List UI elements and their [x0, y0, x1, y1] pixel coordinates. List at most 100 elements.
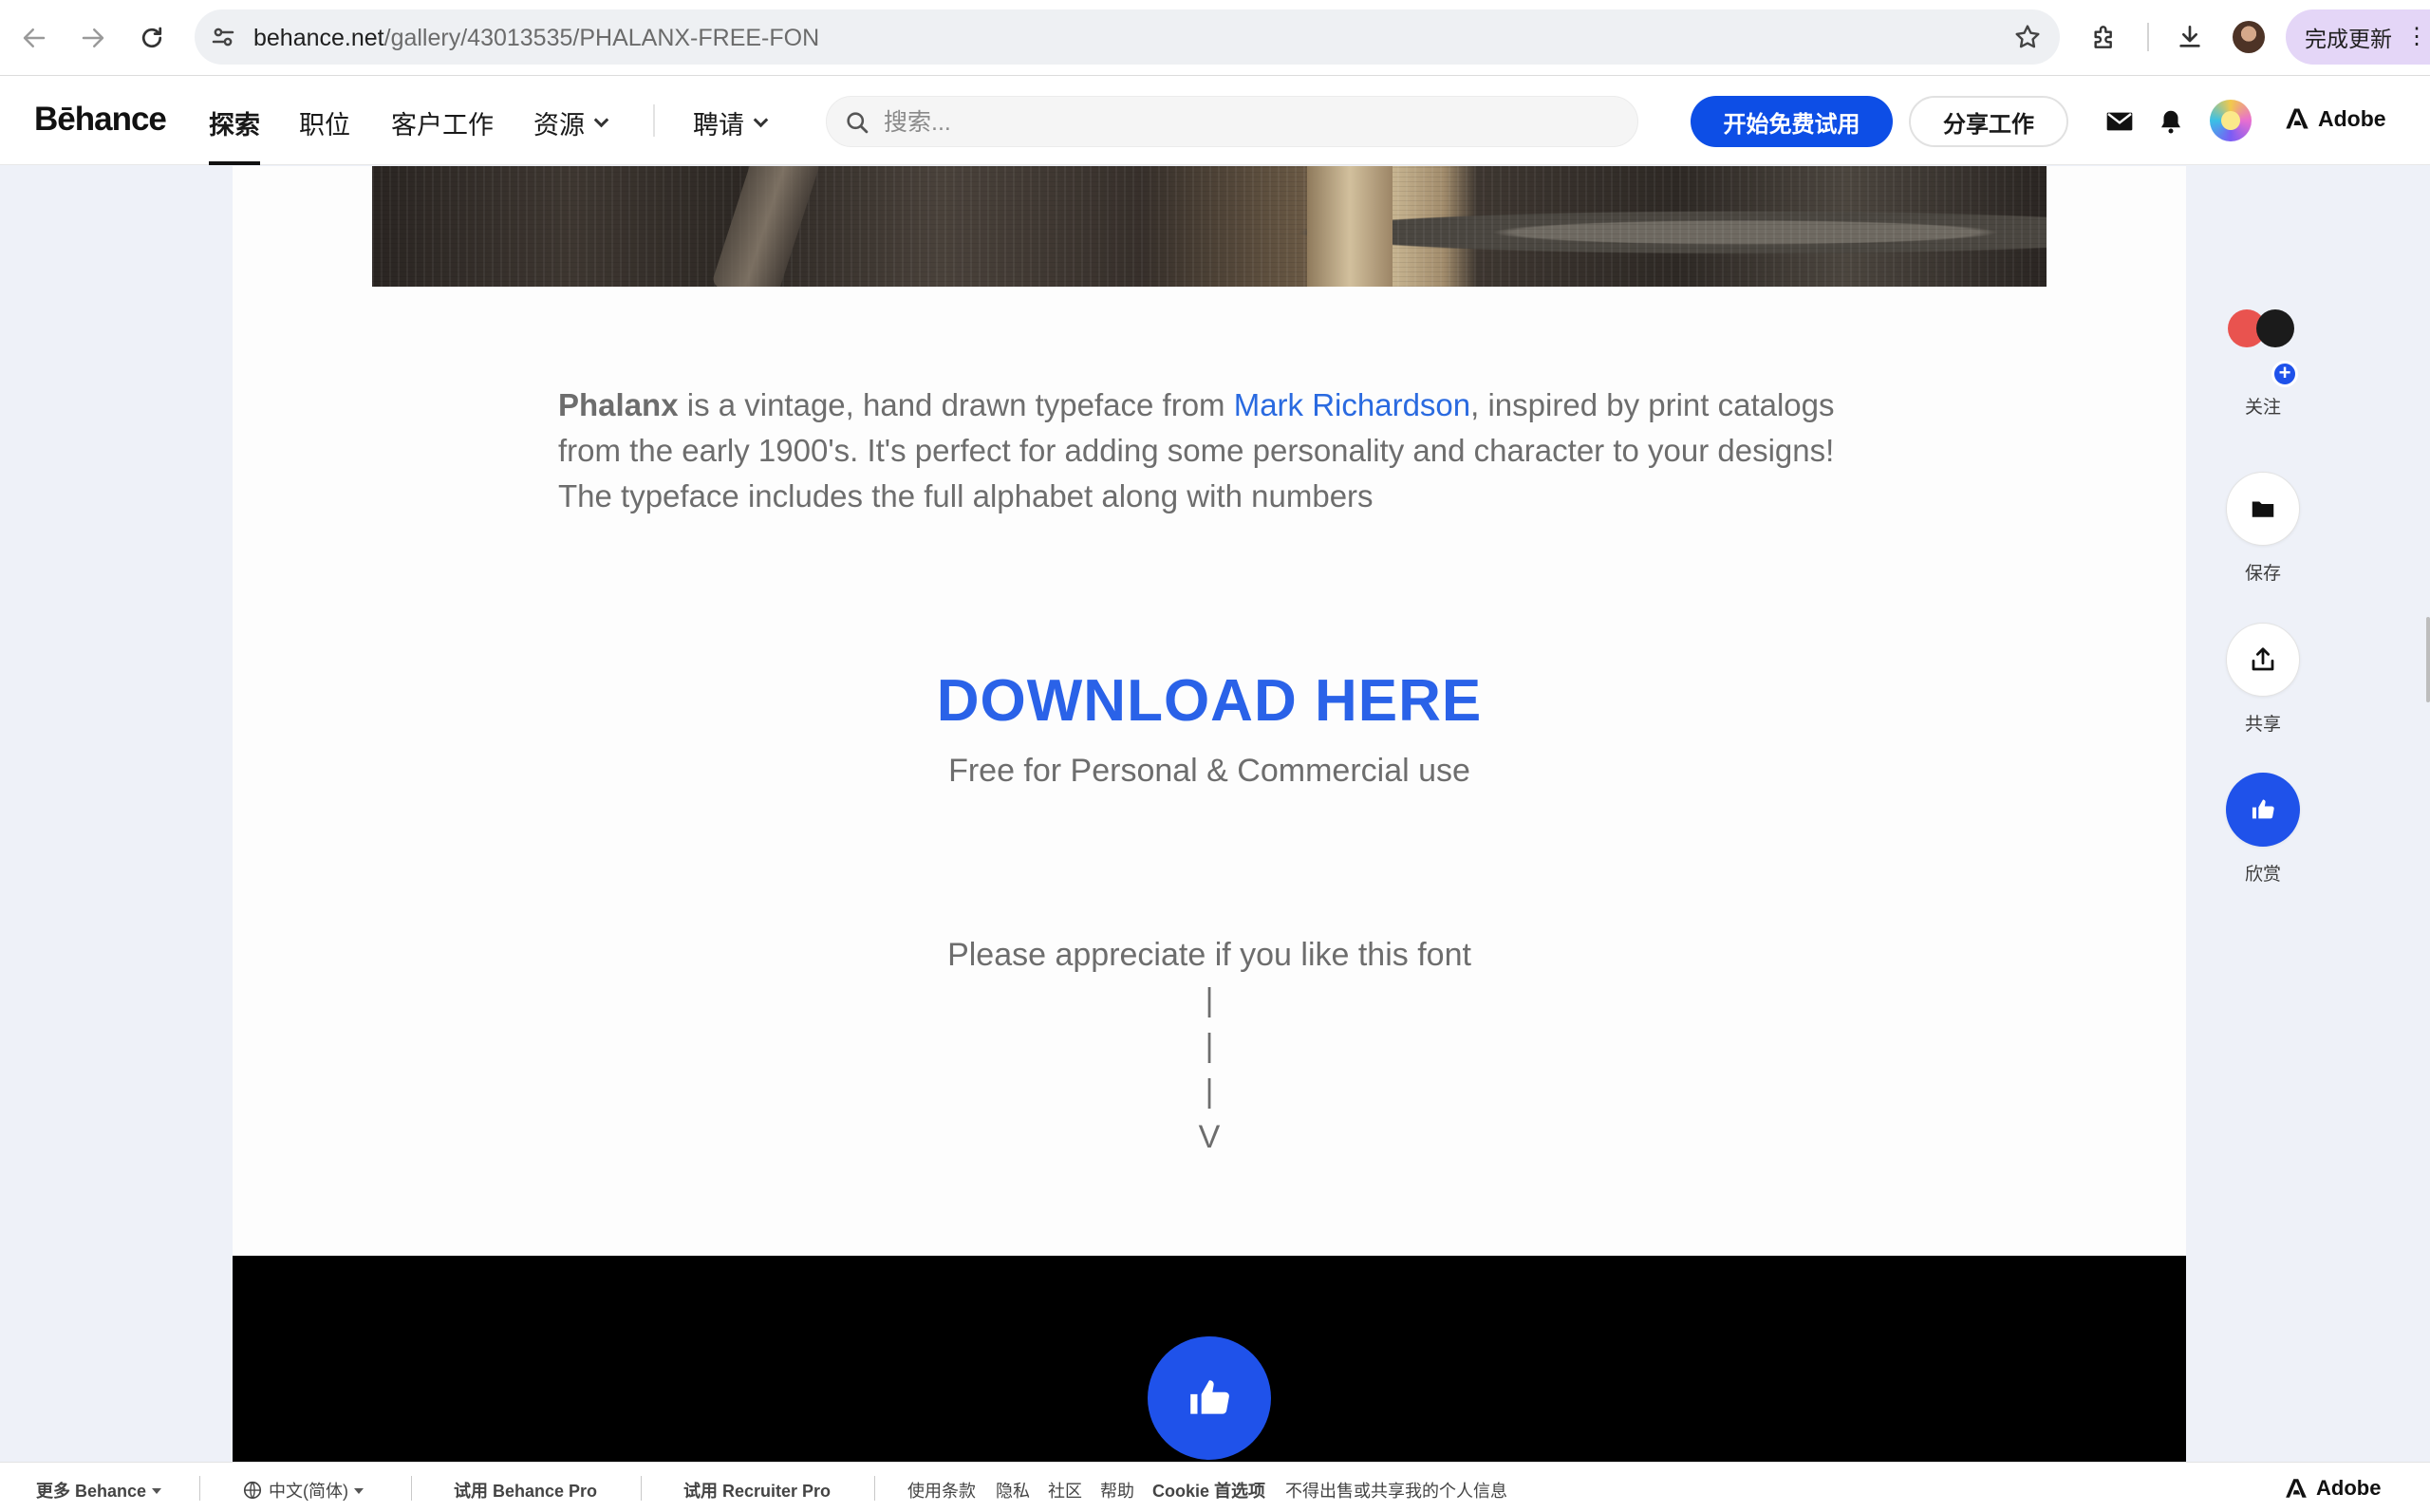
puzzle-icon: [2094, 26, 2112, 48]
url-host: behance.net: [253, 25, 384, 51]
chevron-down-icon: [593, 112, 609, 128]
nav-divider: [653, 104, 655, 137]
footer-divider: [411, 1476, 412, 1501]
notifications-button[interactable]: [2155, 105, 2187, 138]
arrow-left-icon: [23, 28, 46, 47]
do-not-sell-link[interactable]: 不得出售或共享我的个人信息: [1285, 1478, 1507, 1503]
adobe-link[interactable]: Adobe: [2282, 105, 2386, 132]
privacy-link[interactable]: 隐私: [996, 1478, 1030, 1503]
profile-avatar[interactable]: [2233, 21, 2265, 53]
bookmark-star-icon[interactable]: [2012, 22, 2043, 52]
active-nav-indicator: [209, 161, 260, 165]
try-behance-pro-link[interactable]: 试用 Behance Pro: [454, 1478, 597, 1503]
appreciate-action[interactable]: 欣赏: [2215, 773, 2310, 886]
appreciate-button[interactable]: [2226, 773, 2300, 847]
project-description: Phalanx is a vintage, hand drawn typefac…: [558, 383, 1887, 519]
downloads-button[interactable]: [2174, 21, 2206, 53]
nav-jobs[interactable]: 职位: [299, 104, 350, 141]
mail-icon: [2106, 112, 2133, 131]
project-image: [372, 166, 2047, 287]
nav-client-work[interactable]: 客户工作: [391, 104, 494, 141]
footer-divider: [874, 1476, 875, 1501]
forward-button[interactable]: [74, 19, 112, 57]
url-text[interactable]: behance.net/gallery/43013535/PHALANX-FRE…: [253, 24, 819, 52]
site-footer: 更多 Behance 中文(简体) 试用 Behance Pro 试用 Recr…: [0, 1462, 2430, 1512]
nav-explore-label: 探索: [209, 111, 260, 140]
thumbs-up-icon: [2252, 799, 2274, 819]
globe-icon: [243, 1481, 262, 1500]
arrow-line: |: [1205, 1073, 1214, 1110]
start-free-trial-button[interactable]: 开始免费试用: [1691, 96, 1893, 147]
font-name: Phalanx: [558, 387, 679, 422]
nav-hire[interactable]: 聘请: [693, 104, 769, 141]
footer-divider: [641, 1476, 642, 1501]
thumbs-up-icon: [1190, 1380, 1229, 1414]
author-link[interactable]: Mark Richardson: [1234, 387, 1470, 422]
cookie-preferences-link[interactable]: Cookie 首选项: [1152, 1478, 1265, 1503]
caret-down-icon: [354, 1488, 364, 1494]
help-link[interactable]: 帮助: [1100, 1478, 1134, 1503]
more-behance-menu[interactable]: 更多 Behance: [36, 1478, 162, 1503]
appreciate-project-button[interactable]: [1148, 1336, 1271, 1460]
community-link[interactable]: 社区: [1048, 1478, 1082, 1503]
language-label: 中文(简体): [269, 1482, 348, 1501]
extensions-button[interactable]: [2088, 21, 2121, 53]
plus-icon[interactable]: +: [2271, 361, 2298, 387]
address-bar[interactable]: behance.net/gallery/43013535/PHALANX-FRE…: [195, 9, 2060, 65]
chevron-down-icon: [753, 112, 769, 128]
appreciate-label: 欣赏: [2244, 865, 2281, 885]
arrow-head: V: [1198, 1119, 1221, 1155]
save-label: 保存: [2244, 564, 2281, 584]
more-menu-icon[interactable]: ⋮: [2405, 26, 2428, 48]
toolbar-divider: [2147, 23, 2149, 51]
behance-logo[interactable]: Bēhance: [34, 101, 167, 139]
owner-avatars[interactable]: +: [2226, 306, 2300, 387]
nav-resources[interactable]: 资源: [533, 104, 609, 141]
footer-divider: [199, 1476, 200, 1501]
share-button[interactable]: [2226, 623, 2300, 697]
try-recruiter-pro-link[interactable]: 试用 Recruiter Pro: [683, 1478, 831, 1503]
image-texture: [372, 166, 2047, 287]
owner-avatar: [2256, 309, 2294, 347]
arrow-line: |: [1205, 982, 1214, 1018]
search-box[interactable]: [826, 96, 1638, 147]
more-behance-label: 更多 Behance: [36, 1482, 147, 1501]
follow-label: 关注: [2244, 398, 2281, 418]
reload-button[interactable]: [133, 19, 171, 57]
arrow-line: |: [1205, 1028, 1214, 1064]
save-button[interactable]: [2226, 472, 2300, 546]
messages-button[interactable]: [2103, 105, 2136, 138]
update-button[interactable]: 完成更新 ⋮: [2286, 9, 2430, 65]
nav-jobs-label: 职位: [299, 111, 350, 140]
language-selector[interactable]: 中文(简体): [242, 1478, 364, 1503]
nav-resources-label: 资源: [533, 111, 585, 140]
footer-adobe-label: Adobe: [2316, 1476, 2382, 1500]
user-avatar[interactable]: [2210, 100, 2252, 141]
caret-down-icon: [152, 1488, 162, 1494]
follow-action[interactable]: + 关注: [2215, 306, 2310, 419]
share-work-button[interactable]: 分享工作: [1909, 96, 2068, 147]
adobe-logo-icon: [2286, 108, 2308, 129]
site-header: Bēhance 探索 职位 客户工作 资源 聘请 开始免费试用 分享工作 Ado…: [0, 76, 2430, 165]
search-input[interactable]: [884, 104, 1605, 140]
update-label: 完成更新: [2305, 27, 2392, 51]
reload-icon: [141, 27, 162, 48]
terms-link[interactable]: 使用条款: [907, 1478, 976, 1503]
back-button[interactable]: [15, 19, 53, 57]
share-action[interactable]: 共享: [2215, 623, 2310, 736]
site-settings-icon[interactable]: [209, 23, 237, 51]
scrollbar-thumb[interactable]: [2426, 617, 2430, 702]
download-link[interactable]: DOWNLOAD HERE: [233, 667, 2186, 735]
share-label: 共享: [2244, 715, 2281, 735]
footer-adobe-link[interactable]: Adobe: [2282, 1476, 2381, 1501]
download-icon: [2179, 26, 2200, 47]
project-footer: [233, 1256, 2186, 1462]
save-action[interactable]: 保存: [2215, 472, 2310, 585]
nav-explore[interactable]: 探索: [209, 104, 260, 141]
search-icon: [847, 112, 869, 134]
nav-client-work-label: 客户工作: [391, 111, 494, 140]
adobe-logo-icon: [2286, 1479, 2307, 1498]
arrow-right-icon: [82, 28, 104, 47]
description-text-1: is a vintage, hand drawn typeface from: [678, 387, 1234, 422]
nav-hire-label: 聘请: [693, 111, 744, 140]
